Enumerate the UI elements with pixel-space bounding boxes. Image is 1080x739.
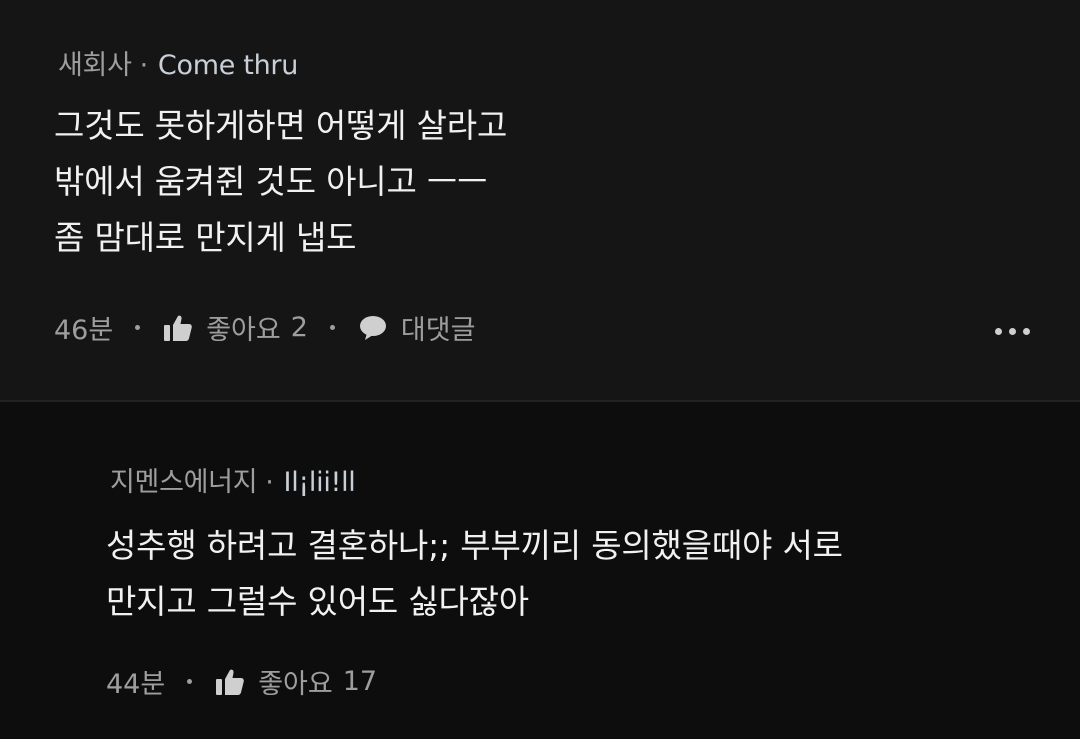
author-name[interactable]: 지멘스에너지 xyxy=(110,467,258,498)
comment-card: 새회사 · Come thru 그것도 못하게하면 어떻게 살라고 밖에서 움켜쥔 … xyxy=(0,0,1080,400)
separator-dot xyxy=(329,325,335,330)
thumbs-up-icon xyxy=(214,667,246,697)
author-badge: Come thru xyxy=(157,50,299,81)
like-label: 좋아요 xyxy=(206,315,281,346)
reply-label: 대댓글 xyxy=(400,315,476,346)
comment-line: 밖에서 움켜쥔 것도 아니고 ㅡㅡ xyxy=(54,162,488,201)
comment-body: 성추행 하려고 결혼하나;; 부부끼리 동의했을때야 서로 만지고 그럴수 있어… xyxy=(106,518,843,630)
separator-dot xyxy=(187,679,193,684)
like-label: 좋아요 xyxy=(258,669,333,700)
comment-body: 그것도 못하게하면 어떻게 살라고 밖에서 움켜쥔 것도 아니고 ㅡㅡ 좀 맘대… xyxy=(54,98,507,266)
like-count: 2 xyxy=(290,312,308,343)
comment-line: 그것도 못하게하면 어떻게 살라고 xyxy=(54,106,508,145)
comment-meta: 44분 좋아요 17 xyxy=(106,662,377,701)
separator-dot xyxy=(135,325,141,330)
comment-author-line: 지멘스에너지 · Il¡lii!ll xyxy=(110,460,356,499)
speech-bubble-icon xyxy=(357,313,389,343)
reply-card: 지멘스에너지 · Il¡lii!ll 성추행 하려고 결혼하나;; 부부끼리 동의했… xyxy=(0,402,1080,739)
like-button[interactable]: 좋아요 2 xyxy=(162,308,308,347)
more-horizontal-icon[interactable] xyxy=(995,328,1030,335)
separator-dot: · xyxy=(265,467,274,498)
comment-author-line: 새회사 · Come thru xyxy=(58,43,298,82)
author-badge: Il¡lii!ll xyxy=(283,467,356,498)
author-name[interactable]: 새회사 xyxy=(58,50,132,81)
like-count: 17 xyxy=(342,666,378,697)
comment-line: 좀 맘대로 만지게 냅도 xyxy=(54,218,357,257)
reply-button[interactable]: 대댓글 xyxy=(357,308,476,347)
separator-dot: · xyxy=(139,50,149,81)
comment-time: 44분 xyxy=(106,669,166,700)
comment-meta: 46분 좋아요 2 대댓글 xyxy=(54,308,475,347)
comment-time: 46분 xyxy=(54,315,114,346)
thumbs-up-icon xyxy=(162,313,194,343)
comment-line: 성추행 하려고 결혼하나;; 부부끼리 동의했을때야 서로 xyxy=(106,526,843,565)
like-button[interactable]: 좋아요 17 xyxy=(214,662,377,701)
comment-line: 만지고 그럴수 있어도 싫다잖아 xyxy=(106,582,529,621)
